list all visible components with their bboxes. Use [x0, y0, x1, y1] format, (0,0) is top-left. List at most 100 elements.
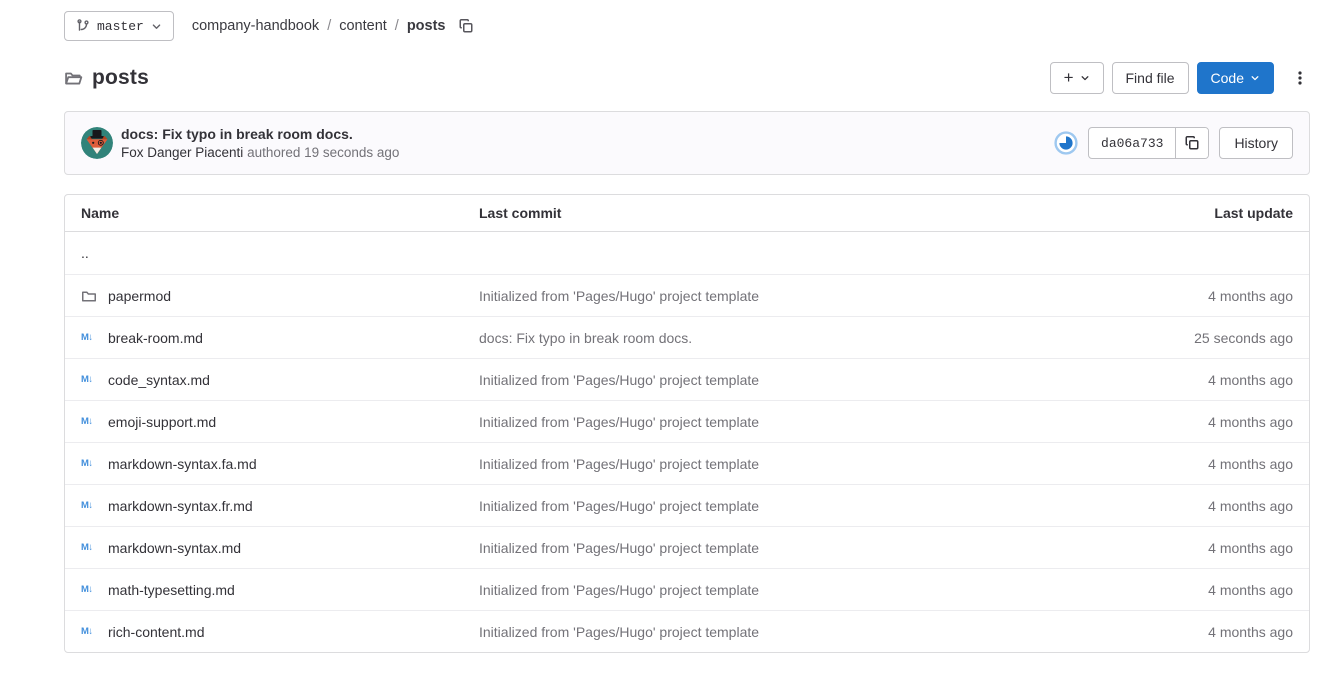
- table-row[interactable]: M↓ emoji-support.md Initialized from 'Pa…: [65, 400, 1309, 442]
- table-row[interactable]: M↓ markdown-syntax.fr.md Initialized fro…: [65, 484, 1309, 526]
- last-update-text: 4 months ago: [1089, 540, 1309, 556]
- branch-selector[interactable]: master: [64, 11, 174, 41]
- file-name-link[interactable]: rich-content.md: [108, 624, 204, 640]
- find-file-button[interactable]: Find file: [1112, 62, 1189, 94]
- last-commit-message-link[interactable]: Initialized from 'Pages/Hugo' project te…: [479, 456, 1089, 472]
- file-name-link[interactable]: papermod: [108, 288, 171, 304]
- table-row[interactable]: M↓ markdown-syntax.fa.md Initialized fro…: [65, 442, 1309, 484]
- copy-icon: [1184, 135, 1200, 151]
- file-name-cell: ..: [65, 245, 479, 261]
- markdown-file-icon: M↓: [81, 332, 99, 343]
- breadcrumb-separator: /: [327, 18, 331, 34]
- last-commit-message-link[interactable]: docs: Fix typo in break room docs.: [479, 330, 1089, 346]
- file-table-header: Name Last commit Last update: [65, 195, 1309, 232]
- more-actions-kebab-button[interactable]: [1290, 68, 1310, 88]
- file-name-link[interactable]: ..: [81, 245, 89, 261]
- last-update-text: 4 months ago: [1089, 624, 1309, 640]
- breadcrumb-repo[interactable]: company-handbook: [192, 18, 319, 34]
- commit-sha: da06a733: [1089, 128, 1175, 158]
- chevron-down-icon: [1080, 73, 1090, 83]
- table-row[interactable]: M↓ rich-content.md Initialized from 'Pag…: [65, 610, 1309, 652]
- chevron-down-icon: [1250, 73, 1260, 83]
- file-name-cell: M↓ math-typesetting.md: [65, 582, 479, 598]
- folder-open-icon: [64, 69, 83, 88]
- markdown-file-icon: M↓: [81, 542, 99, 553]
- last-update-text: 4 months ago: [1089, 414, 1309, 430]
- last-update-text: 4 months ago: [1089, 288, 1309, 304]
- commit-right: da06a733 History: [1054, 127, 1293, 159]
- file-name-link[interactable]: markdown-syntax.md: [108, 540, 241, 556]
- avatar[interactable]: [81, 127, 113, 159]
- breadcrumb-current: posts: [407, 18, 446, 34]
- table-row[interactable]: M↓ markdown-syntax.md Initialized from '…: [65, 526, 1309, 568]
- last-commit-message-link[interactable]: Initialized from 'Pages/Hugo' project te…: [479, 540, 1089, 556]
- file-name-link[interactable]: code_syntax.md: [108, 372, 210, 388]
- table-row[interactable]: M↓ break-room.md docs: Fix typo in break…: [65, 316, 1309, 358]
- file-name-cell: M↓ rich-content.md: [65, 624, 479, 640]
- commit-authored-text: authored 19 seconds ago: [243, 145, 399, 160]
- file-name-link[interactable]: markdown-syntax.fa.md: [108, 456, 257, 472]
- file-table-body: .. papermod Initialized from 'Pages/Hugo…: [65, 232, 1309, 652]
- file-name-link[interactable]: markdown-syntax.fr.md: [108, 498, 253, 514]
- copy-sha-button[interactable]: [1175, 128, 1208, 158]
- page-header: posts + Find file Code: [64, 62, 1310, 94]
- commit-meta: Fox Danger Piacenti authored 19 seconds …: [121, 145, 1054, 160]
- last-update-text: 4 months ago: [1089, 582, 1309, 598]
- last-commit-bar: docs: Fix typo in break room docs. Fox D…: [64, 111, 1310, 175]
- file-name-cell: papermod: [65, 288, 479, 304]
- breadcrumb-content[interactable]: content: [339, 18, 387, 34]
- plus-icon: +: [1064, 69, 1074, 86]
- history-button[interactable]: History: [1219, 127, 1293, 159]
- file-name-link[interactable]: math-typesetting.md: [108, 582, 235, 598]
- last-update-text: 4 months ago: [1089, 372, 1309, 388]
- last-commit-message-link[interactable]: Initialized from 'Pages/Hugo' project te…: [479, 498, 1089, 514]
- copy-icon: [458, 18, 474, 34]
- ref-and-breadcrumb-bar: master company-handbook / content / post…: [64, 0, 1310, 41]
- file-name-cell: M↓ emoji-support.md: [65, 414, 479, 430]
- last-update-text: 25 seconds ago: [1089, 330, 1309, 346]
- git-branch-icon: [76, 19, 90, 33]
- copy-path-button[interactable]: [456, 16, 476, 36]
- file-name-cell: M↓ markdown-syntax.fr.md: [65, 498, 479, 514]
- header-actions: + Find file Code: [1050, 62, 1310, 94]
- markdown-file-icon: M↓: [81, 626, 99, 637]
- branch-name: master: [97, 19, 144, 34]
- table-row[interactable]: papermod Initialized from 'Pages/Hugo' p…: [65, 274, 1309, 316]
- column-header-name: Name: [65, 205, 479, 221]
- last-update-text: 4 months ago: [1089, 456, 1309, 472]
- table-row[interactable]: ..: [65, 232, 1309, 274]
- file-name-link[interactable]: emoji-support.md: [108, 414, 216, 430]
- file-name-cell: M↓ code_syntax.md: [65, 372, 479, 388]
- last-update-text: 4 months ago: [1089, 498, 1309, 514]
- last-commit-message-link[interactable]: Initialized from 'Pages/Hugo' project te…: [479, 414, 1089, 430]
- code-button-label: Code: [1211, 70, 1244, 86]
- commit-message-link[interactable]: docs: Fix typo in break room docs.: [121, 126, 1054, 142]
- last-commit-message-link[interactable]: Initialized from 'Pages/Hugo' project te…: [479, 372, 1089, 388]
- breadcrumb-separator: /: [395, 18, 399, 34]
- folder-icon: [81, 288, 99, 304]
- chevron-down-icon: [151, 21, 162, 32]
- repo-file-browser: master company-handbook / content / post…: [64, 0, 1310, 653]
- table-row[interactable]: M↓ math-typesetting.md Initialized from …: [65, 568, 1309, 610]
- file-name-link[interactable]: break-room.md: [108, 330, 203, 346]
- table-row[interactable]: M↓ code_syntax.md Initialized from 'Page…: [65, 358, 1309, 400]
- page-title: posts: [92, 66, 149, 90]
- file-name-cell: M↓ break-room.md: [65, 330, 479, 346]
- file-name-cell: M↓ markdown-syntax.md: [65, 540, 479, 556]
- breadcrumb: company-handbook / content / posts: [192, 18, 446, 34]
- code-dropdown-button[interactable]: Code: [1197, 62, 1274, 94]
- last-commit-message-link[interactable]: Initialized from 'Pages/Hugo' project te…: [479, 288, 1089, 304]
- add-to-tree-dropdown[interactable]: +: [1050, 62, 1104, 94]
- column-header-last-commit: Last commit: [479, 205, 1089, 221]
- last-commit-message-link[interactable]: Initialized from 'Pages/Hugo' project te…: [479, 582, 1089, 598]
- markdown-file-icon: M↓: [81, 458, 99, 469]
- commit-author-link[interactable]: Fox Danger Piacenti: [121, 145, 243, 160]
- commit-sha-box: da06a733: [1088, 127, 1209, 159]
- pipeline-status-running-icon[interactable]: [1054, 131, 1078, 155]
- title-wrap: posts: [64, 66, 149, 90]
- markdown-file-icon: M↓: [81, 416, 99, 427]
- markdown-file-icon: M↓: [81, 500, 99, 511]
- last-commit-message-link[interactable]: Initialized from 'Pages/Hugo' project te…: [479, 624, 1089, 640]
- kebab-menu-icon: [1292, 70, 1308, 86]
- file-name-cell: M↓ markdown-syntax.fa.md: [65, 456, 479, 472]
